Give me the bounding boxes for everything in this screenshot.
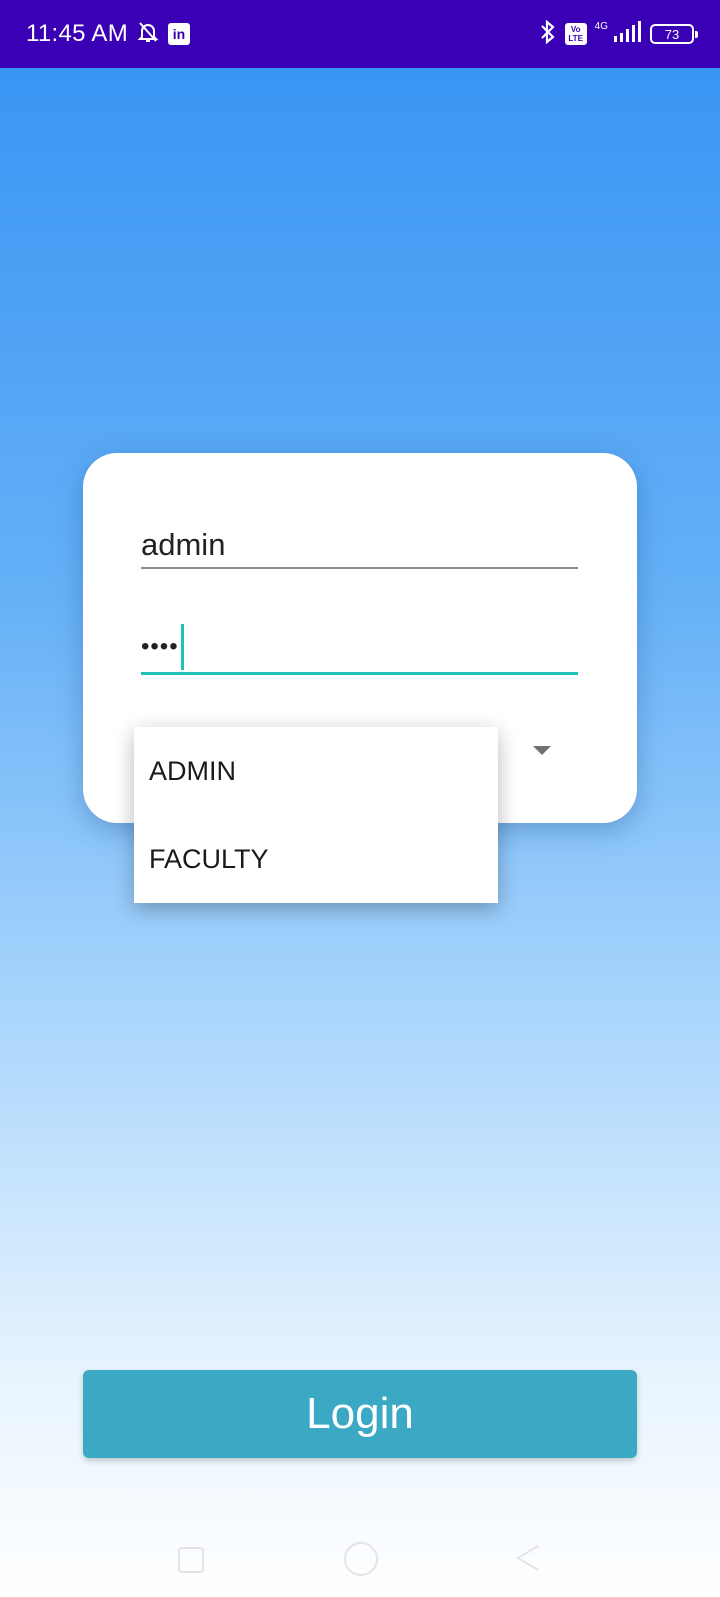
network-type: 4G (594, 20, 608, 32)
linkedin-icon: in (168, 23, 191, 45)
bluetooth-icon (539, 19, 557, 50)
recents-icon[interactable] (178, 1547, 204, 1573)
status-bar: 11:45 AM in Vo LTE 4G 73 (0, 0, 720, 68)
battery-icon: 73 (650, 24, 698, 44)
status-time: 11:45 AM (26, 20, 129, 47)
username-field[interactable]: admin (141, 525, 578, 569)
password-field[interactable]: •••• (141, 623, 578, 675)
battery-level: 73 (664, 26, 680, 42)
login-button[interactable]: Login (83, 1370, 637, 1458)
text-cursor (180, 624, 184, 670)
status-left-group: 11:45 AM in (26, 20, 191, 49)
volte-icon: Vo LTE (564, 23, 587, 45)
bell-off-icon (136, 20, 160, 49)
volte-text-top: Vo (570, 25, 581, 34)
menu-item-admin[interactable]: ADMIN (134, 727, 498, 815)
navigation-bar (0, 1520, 720, 1597)
status-right-group: Vo LTE 4G 73 (539, 19, 698, 50)
volte-text-bottom: LTE (568, 34, 583, 43)
password-value: •••• (141, 633, 179, 660)
role-dropdown-menu: ADMIN FACULTY (134, 727, 498, 903)
back-icon[interactable] (514, 1542, 544, 1572)
dropdown-arrow-icon[interactable] (533, 746, 551, 755)
username-value: admin (141, 527, 226, 562)
home-icon[interactable] (344, 1542, 378, 1576)
signal-icon (612, 20, 642, 48)
password-row: •••• (141, 623, 578, 671)
menu-item-faculty[interactable]: FACULTY (134, 815, 498, 903)
